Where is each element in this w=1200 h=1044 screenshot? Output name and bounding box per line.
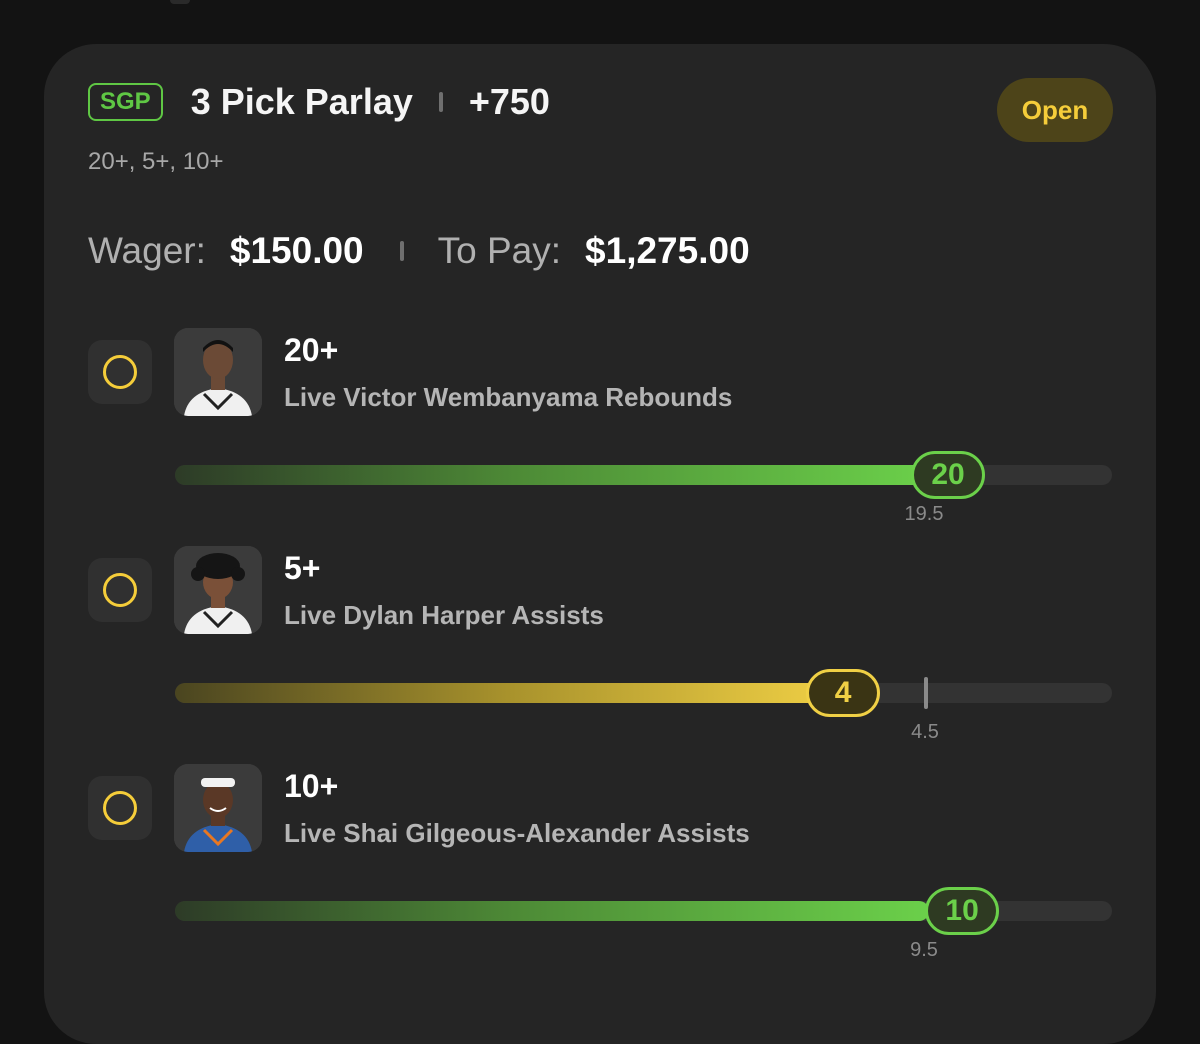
current-value-bubble: 20 — [911, 451, 986, 499]
header-separator — [438, 92, 443, 112]
progress-track: 20 — [175, 451, 1112, 499]
progress-track: 4 — [175, 669, 1112, 717]
leg-item[interactable]: 10+ Live Shai Gilgeous-Alexander Assists… — [0, 762, 1200, 962]
progress-fill — [175, 465, 930, 485]
line-value-label: 4.5 — [911, 721, 939, 743]
payout-value: $1,275.00 — [585, 230, 750, 271]
leg-status-checkbox[interactable] — [88, 776, 152, 840]
wager-label: Wager: — [88, 230, 206, 271]
player-headshot-icon — [174, 764, 262, 852]
wager-separator — [399, 241, 404, 261]
leg-status-checkbox[interactable] — [88, 558, 152, 622]
parlay-title: 3 Pick Parlay — [190, 81, 413, 122]
sgp-badge: SGP — [88, 83, 163, 121]
progress-fill — [175, 901, 930, 921]
player-headshot-icon — [174, 328, 262, 416]
pending-circle-icon — [103, 573, 137, 607]
status-badge[interactable]: Open — [997, 78, 1113, 142]
line-value-label: 9.5 — [910, 939, 938, 961]
leg-market: Live Dylan Harper Assists — [284, 600, 604, 630]
pending-circle-icon — [103, 791, 137, 825]
progress-track: 10 — [175, 887, 1112, 935]
wager-value: $150.00 — [229, 230, 364, 271]
payout-label: To Pay: — [437, 230, 562, 271]
wager-row: Wager: $150.00 To Pay: $1,275.00 — [88, 226, 750, 276]
parlay-odds: +750 — [468, 81, 550, 122]
bet-header: SGP 3 Pick Parlay +750 — [88, 80, 550, 124]
progress-fill — [175, 683, 841, 703]
current-value-bubble: 10 — [925, 887, 1000, 935]
leg-threshold: 10+ — [284, 768, 339, 804]
player-headshot-icon — [174, 546, 262, 634]
line-marker — [923, 677, 928, 709]
pending-circle-icon — [103, 355, 137, 389]
leg-market: Live Shai Gilgeous-Alexander Assists — [284, 818, 750, 848]
leg-status-checkbox[interactable] — [88, 340, 152, 404]
leg-threshold: 20+ — [284, 332, 339, 368]
current-value-bubble: 4 — [806, 669, 881, 717]
leg-market: Live Victor Wembanyama Rebounds — [284, 382, 733, 412]
leg-threshold: 5+ — [284, 550, 321, 586]
top-edge-element — [170, 0, 190, 4]
leg-item[interactable]: 5+ Live Dylan Harper Assists 4 4.5 — [0, 544, 1200, 744]
leg-item[interactable]: 20+ Live Victor Wembanyama Rebounds 20 1… — [0, 326, 1200, 526]
legs-summary: 20+, 5+, 10+ — [88, 148, 224, 175]
line-value-label: 19.5 — [904, 503, 944, 525]
